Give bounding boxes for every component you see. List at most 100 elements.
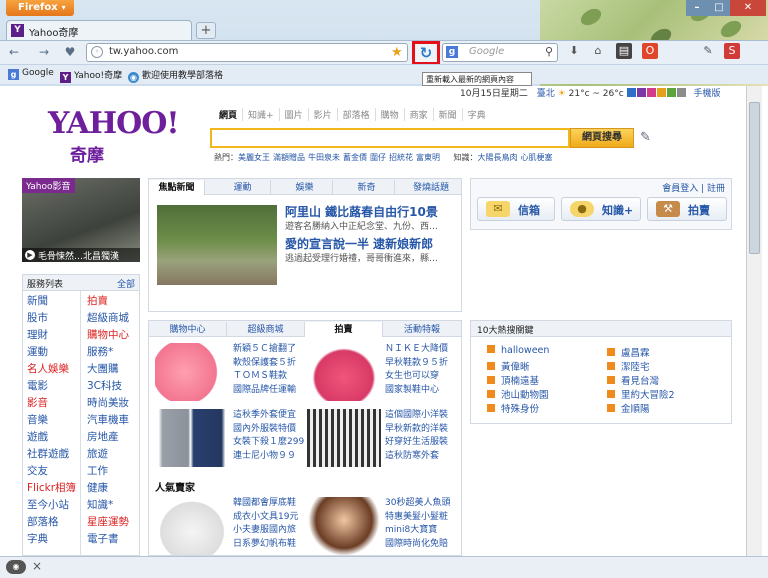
hot-term[interactable]: 美麗女王 xyxy=(238,153,270,162)
search-icon[interactable]: ⚲ xyxy=(545,45,553,58)
service-link[interactable]: 汽車機車 xyxy=(83,412,139,429)
service-link[interactable]: 股市 xyxy=(23,310,79,327)
hot-term[interactable]: 圍仔 xyxy=(370,153,386,162)
service-link[interactable]: 名人娛樂 xyxy=(23,361,79,378)
knowledge-term[interactable]: 心肌梗塞 xyxy=(521,153,553,162)
yahoo-search-input[interactable] xyxy=(210,128,570,148)
theme-color-swatches[interactable] xyxy=(626,88,687,99)
answers-button[interactable]: ● 知識+ xyxy=(561,197,641,221)
tab-sports[interactable]: 運動 xyxy=(215,180,271,194)
service-link[interactable]: 服務* xyxy=(83,344,139,361)
service-link[interactable]: 超級商城 xyxy=(83,310,139,327)
service-link[interactable]: 理財 xyxy=(23,327,79,344)
product-line[interactable]: 國家製鞋中心 xyxy=(385,384,461,398)
addon-bar-icon[interactable]: ◉ xyxy=(6,560,26,574)
hot-keyword[interactable]: 特殊身份 xyxy=(487,401,607,415)
service-link[interactable]: 交友 xyxy=(23,463,79,480)
product-line[interactable]: 新穎５Ｃ搶翻了 xyxy=(233,343,309,357)
hot-term[interactable]: 蓄金價 xyxy=(343,153,367,162)
search-tab-blog[interactable]: 部落格 xyxy=(338,108,376,121)
service-link[interactable]: 工作 xyxy=(83,463,139,480)
product-image-shoes[interactable] xyxy=(155,497,229,555)
service-link[interactable]: 3C科技 xyxy=(83,378,139,395)
product-line[interactable]: 這秋季外套便宜 xyxy=(233,409,309,423)
hot-keyword[interactable]: 池山動物園 xyxy=(487,387,607,401)
service-link[interactable]: 知識* xyxy=(83,497,139,514)
pencil-icon[interactable]: ✎ xyxy=(640,130,651,145)
tab-group-icon[interactable]: ▤ xyxy=(616,43,632,59)
tab-yahoo[interactable]: Y Yahoo奇摩 xyxy=(6,20,192,40)
forward-arrow-icon[interactable]: → xyxy=(36,44,52,60)
product-line[interactable]: 特惠美髮小髮粧 xyxy=(385,511,461,525)
product-line[interactable]: 早秋新款的洋裝 xyxy=(385,423,461,437)
knowledge-term[interactable]: 大陽長鳥肉 xyxy=(478,153,518,162)
service-link[interactable]: 遊戲 xyxy=(23,429,79,446)
hot-keyword[interactable]: 里約大冒險2 xyxy=(607,387,727,401)
yahoo-logo[interactable]: YAHOO! 奇摩 xyxy=(48,106,180,166)
news-headline-1[interactable]: 阿里山 鐵比蕗春自由行10景 xyxy=(285,203,438,220)
product-text[interactable]: 這秋季外套便宜 國內外服裝特價 女裝下殺１麼299 連士尼小物９９ xyxy=(233,409,309,463)
tab-odd-news[interactable]: 新奇 xyxy=(339,180,395,194)
download-icon[interactable]: ⬇ xyxy=(566,43,582,59)
product-line[interactable]: 連士尼小物９９ xyxy=(233,450,309,464)
product-line[interactable]: 韓國都會厚底鞋 xyxy=(233,497,309,511)
hot-term[interactable]: 牛田泉未 xyxy=(308,153,340,162)
search-tab-web[interactable]: 網頁 xyxy=(214,108,244,121)
product-line[interactable]: 日系夢幻帆布鞋 xyxy=(233,538,309,552)
service-link[interactable]: 字典 xyxy=(23,531,79,548)
search-tab-news[interactable]: 新聞 xyxy=(434,108,463,121)
service-link[interactable]: 房地產 xyxy=(83,429,139,446)
auction-button[interactable]: ⚒ 拍賣 xyxy=(647,197,727,221)
services-all-link[interactable]: 全部 xyxy=(117,277,135,290)
product-line[interactable]: 這秋防寒外套 xyxy=(385,450,461,464)
video-thumbnail[interactable]: Yahoo影音 ▶ 毛骨悚然…北昌獨漢 xyxy=(22,178,140,262)
firefox-menu-button[interactable]: Firefox ▾ xyxy=(6,0,74,16)
product-line[interactable]: 成衣小文具19元 xyxy=(233,511,309,525)
hot-term[interactable]: 招統花 xyxy=(389,153,413,162)
close-window-button[interactable]: ✕ xyxy=(730,0,766,16)
tab-hot-topics[interactable]: 發燒話題 xyxy=(401,180,461,194)
vertical-scrollbar[interactable] xyxy=(746,86,762,556)
product-line[interactable]: 早秋鞋款９５折 xyxy=(385,357,461,371)
service-link[interactable]: 電子書 xyxy=(83,531,139,548)
hot-keyword[interactable]: halloween xyxy=(487,345,607,359)
tab-entertainment[interactable]: 娛樂 xyxy=(277,180,333,194)
product-image-phone-case[interactable] xyxy=(155,343,229,401)
service-link[interactable]: 部落格 xyxy=(23,514,79,531)
hot-term[interactable]: 富東明 xyxy=(416,153,440,162)
location-select[interactable]: 臺北 xyxy=(537,89,555,99)
web-search-button[interactable]: 網頁搜尋 xyxy=(570,128,634,148)
bookmark-star-icon[interactable]: ★ xyxy=(391,45,403,60)
mobile-version-link[interactable]: 手機版 xyxy=(693,89,720,99)
addon-icon[interactable]: O xyxy=(642,43,658,59)
tab-auction[interactable]: 拍賣 xyxy=(305,322,383,337)
tab-mall[interactable]: 超級商城 xyxy=(227,322,305,336)
hot-term[interactable]: 滿額贈品 xyxy=(273,153,305,162)
search-tab-video[interactable]: 影片 xyxy=(309,108,338,121)
product-text[interactable]: ＮＩＫＥ大降價 早秋鞋款９５折 女生也可以穿 國家製鞋中心 xyxy=(385,343,461,397)
product-text[interactable]: 韓國都會厚底鞋 成衣小文具19元 小夫妻服國內旅 日系夢幻帆布鞋 xyxy=(233,497,309,551)
service-link[interactable]: 電影 xyxy=(23,378,79,395)
product-text[interactable]: 30秒超美人魚頭 特惠美髮小髮粧 mini8大寶寶 國際時尚化免賠 xyxy=(385,497,461,551)
play-icon[interactable]: ▶ xyxy=(25,250,35,260)
product-line[interactable]: 這個國際小洋裝 xyxy=(385,409,461,423)
product-image-sneaker[interactable] xyxy=(307,343,381,401)
product-line[interactable]: 國際時尚化免賠 xyxy=(385,538,461,552)
reload-button[interactable]: ↻ xyxy=(412,41,440,65)
new-tab-button[interactable]: + xyxy=(196,22,216,39)
search-tab-shopping[interactable]: 購物 xyxy=(376,108,405,121)
shield-icon[interactable]: ♥ xyxy=(62,44,78,60)
bookmark-yahoo[interactable]: Y Yahoo!奇摩 xyxy=(60,68,122,83)
service-link[interactable]: 影音 xyxy=(23,395,79,412)
login-link[interactable]: 會員登入 xyxy=(662,184,698,194)
service-link[interactable]: 購物中心 xyxy=(83,327,139,344)
service-link[interactable]: 時尚美妝 xyxy=(83,395,139,412)
close-icon[interactable]: × xyxy=(32,559,42,573)
service-link[interactable]: 星座運勢 xyxy=(83,514,139,531)
hot-keyword[interactable]: 金順陽 xyxy=(607,401,727,415)
bookmark-google[interactable]: g Google xyxy=(8,68,54,80)
service-link[interactable]: 至今小站 xyxy=(23,497,79,514)
search-bar[interactable]: g Google ⚲ xyxy=(442,43,558,62)
service-link[interactable]: 社群遊戲 xyxy=(23,446,79,463)
hot-keyword[interactable]: 黃偉晰 xyxy=(487,359,607,373)
